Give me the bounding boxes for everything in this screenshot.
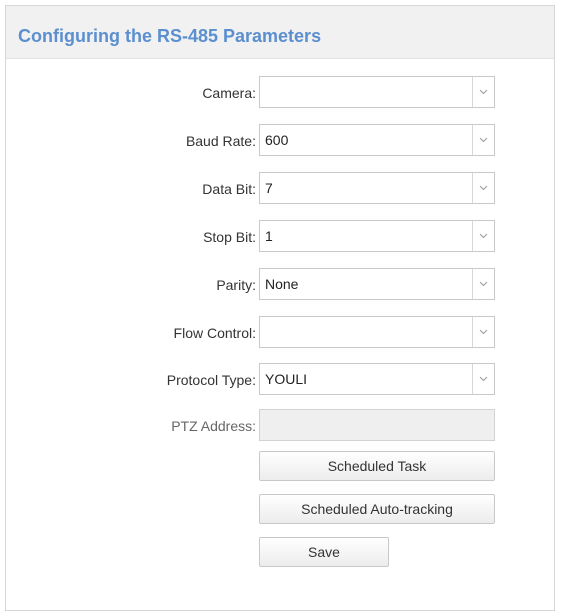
- chevron-down-icon[interactable]: [472, 221, 494, 251]
- protocol-type-select[interactable]: YOULI: [259, 363, 495, 395]
- stop-bit-row: Stop Bit: 1: [6, 220, 554, 254]
- parity-label: Parity:: [216, 277, 256, 293]
- chevron-down-icon[interactable]: [472, 77, 494, 107]
- baud-rate-label: Baud Rate:: [185, 133, 256, 149]
- camera-row: Camera:: [6, 76, 554, 110]
- flow-control-label: Flow Control:: [173, 325, 256, 341]
- stop-bit-value: 1: [265, 228, 273, 244]
- data-bit-label: Data Bit:: [202, 181, 256, 197]
- flow-control-select[interactable]: [259, 316, 495, 348]
- scheduled-auto-tracking-button[interactable]: Scheduled Auto-tracking: [259, 494, 495, 524]
- chevron-down-icon[interactable]: [472, 125, 494, 155]
- protocol-type-label: Protocol Type:: [166, 372, 256, 388]
- parity-value: None: [265, 276, 299, 292]
- stop-bit-label: Stop Bit:: [203, 229, 256, 245]
- parity-row: Parity: None: [6, 268, 554, 302]
- ptz-address-label: PTZ Address:: [171, 418, 256, 434]
- baud-rate-select[interactable]: 600: [259, 124, 495, 156]
- save-button[interactable]: Save: [259, 537, 389, 567]
- baud-rate-row: Baud Rate: 600: [6, 124, 554, 158]
- data-bit-select[interactable]: 7: [259, 172, 495, 204]
- camera-label: Camera:: [202, 85, 256, 101]
- baud-rate-value: 600: [265, 132, 289, 148]
- ptz-address-input[interactable]: [259, 409, 495, 441]
- rs485-settings-panel: Configuring the RS-485 Parameters Camera…: [5, 5, 555, 611]
- data-bit-row: Data Bit: 7: [6, 172, 554, 206]
- ptz-address-row: PTZ Address:: [6, 409, 554, 443]
- page-title: Configuring the RS-485 Parameters: [18, 26, 322, 46]
- camera-select[interactable]: [259, 76, 495, 108]
- flow-control-row: Flow Control:: [6, 316, 554, 350]
- panel-header: Configuring the RS-485 Parameters: [6, 6, 554, 59]
- data-bit-value: 7: [265, 180, 273, 196]
- chevron-down-icon[interactable]: [472, 269, 494, 299]
- scheduled-task-button[interactable]: Scheduled Task: [259, 451, 495, 481]
- chevron-down-icon[interactable]: [472, 317, 494, 347]
- stop-bit-select[interactable]: 1: [259, 220, 495, 252]
- parity-select[interactable]: None: [259, 268, 495, 300]
- protocol-type-value: YOULI: [265, 371, 308, 387]
- chevron-down-icon[interactable]: [472, 173, 494, 203]
- chevron-down-icon[interactable]: [472, 364, 494, 394]
- protocol-type-row: Protocol Type: YOULI: [6, 363, 554, 397]
